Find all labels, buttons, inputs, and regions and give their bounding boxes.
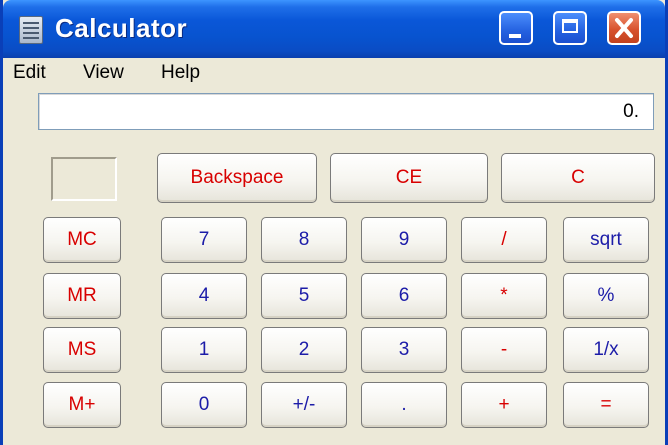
digit-4-button[interactable]: 4 xyxy=(161,273,247,319)
equals-button[interactable]: = xyxy=(563,382,649,428)
close-button[interactable] xyxy=(607,11,641,45)
memory-recall-button[interactable]: MR xyxy=(43,273,121,319)
sign-toggle-button[interactable]: +/- xyxy=(261,382,347,428)
title-bar[interactable]: Calculator xyxy=(3,0,665,58)
minimize-icon xyxy=(509,34,521,38)
reciprocal-button[interactable]: 1/x xyxy=(563,327,649,373)
digit-5-button[interactable]: 5 xyxy=(261,273,347,319)
multiply-button[interactable]: * xyxy=(461,273,547,319)
maximize-icon xyxy=(562,19,578,33)
window-title: Calculator xyxy=(55,13,188,43)
clear-button[interactable]: C xyxy=(501,153,655,203)
subtract-button[interactable]: - xyxy=(461,327,547,373)
calculator-icon xyxy=(19,16,43,44)
digit-0-button[interactable]: 0 xyxy=(161,382,247,428)
digit-7-button[interactable]: 7 xyxy=(161,217,247,263)
decimal-point-button[interactable]: . xyxy=(361,382,447,428)
digit-6-button[interactable]: 6 xyxy=(361,273,447,319)
digit-1-button[interactable]: 1 xyxy=(161,327,247,373)
menu-view[interactable]: View xyxy=(83,62,124,84)
backspace-button[interactable]: Backspace xyxy=(157,153,317,203)
percent-button[interactable]: % xyxy=(563,273,649,319)
memory-add-button[interactable]: M+ xyxy=(43,382,121,428)
menu-help[interactable]: Help xyxy=(161,62,200,84)
add-button[interactable]: + xyxy=(461,382,547,428)
digit-2-button[interactable]: 2 xyxy=(261,327,347,373)
close-icon xyxy=(615,18,633,38)
memory-store-button[interactable]: MS xyxy=(43,327,121,373)
memory-indicator xyxy=(51,157,117,201)
calculator-window: Calculator Edit View Help 0. Backspace C… xyxy=(0,0,668,445)
digit-8-button[interactable]: 8 xyxy=(261,217,347,263)
divide-button[interactable]: / xyxy=(461,217,547,263)
menu-bar: Edit View Help xyxy=(3,58,665,86)
clear-entry-button[interactable]: CE xyxy=(330,153,488,203)
sqrt-button[interactable]: sqrt xyxy=(563,217,649,263)
display-value: 0. xyxy=(623,101,639,122)
menu-edit[interactable]: Edit xyxy=(13,62,46,84)
digit-9-button[interactable]: 9 xyxy=(361,217,447,263)
display-field[interactable]: 0. xyxy=(38,93,654,130)
maximize-button[interactable] xyxy=(553,11,587,45)
memory-clear-button[interactable]: MC xyxy=(43,217,121,263)
digit-3-button[interactable]: 3 xyxy=(361,327,447,373)
minimize-button[interactable] xyxy=(499,11,533,45)
